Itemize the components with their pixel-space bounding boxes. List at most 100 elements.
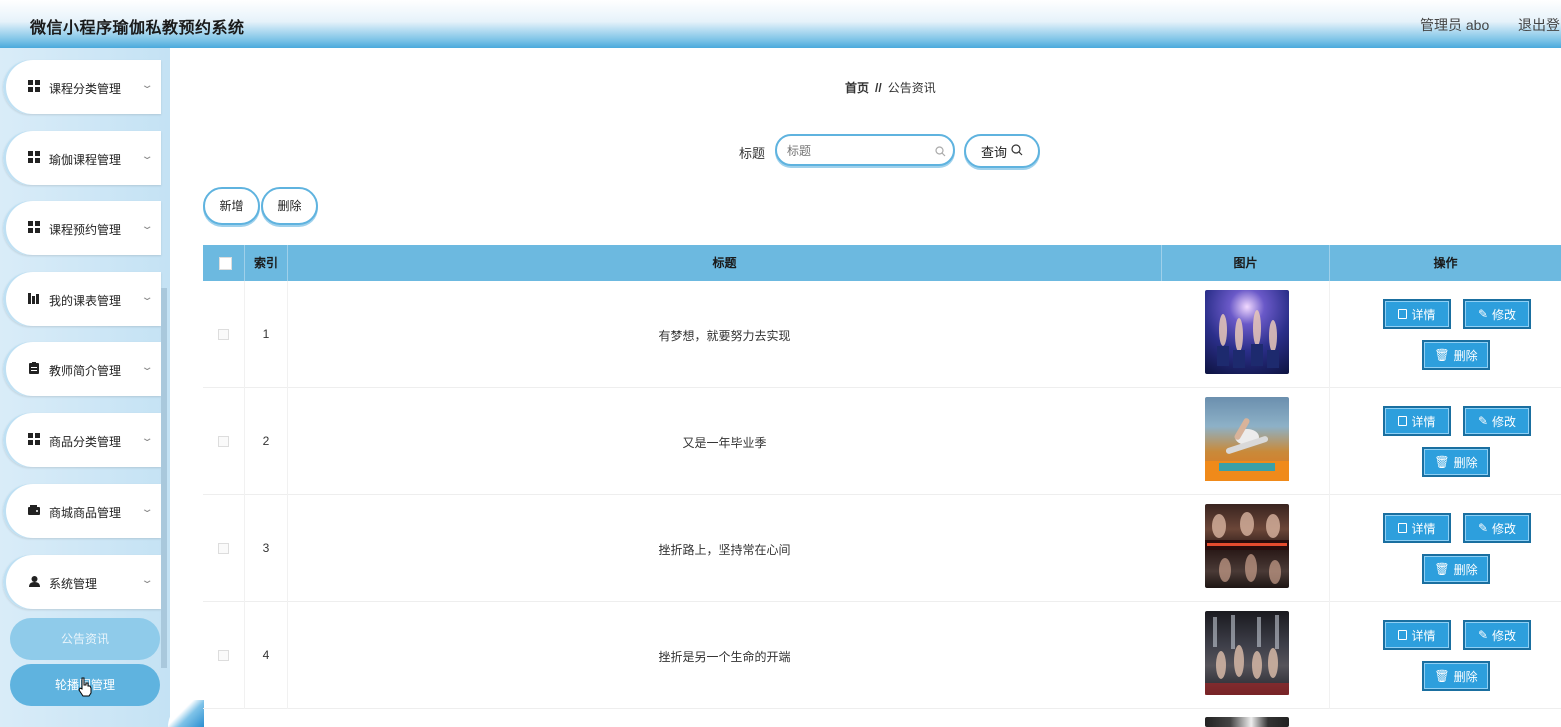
trash-icon: 🗑 <box>1434 455 1450 469</box>
delete-button-label: 删除 <box>1453 669 1478 684</box>
sidebar-item-course-category[interactable]: 课程分类管理 ⌄ <box>3 60 161 114</box>
row-checkbox[interactable] <box>218 650 229 661</box>
row-checkbox[interactable] <box>218 329 229 340</box>
delete-button[interactable]: 🗑 删除 <box>1422 447 1490 477</box>
admin-user-label: 管理员 abo <box>1420 17 1490 33</box>
add-button[interactable]: 新增 <box>203 187 260 225</box>
row-index: 3 <box>262 541 270 555</box>
search-label: 标题 <box>739 146 766 161</box>
document-icon <box>1398 416 1408 426</box>
row-title: 挫折路上，坚持常在心间 <box>658 543 791 557</box>
delete-button[interactable]: 🗑 删除 <box>1422 554 1490 584</box>
sidebar-item-my-schedule[interactable]: 我的课表管理 ⌄ <box>3 272 161 326</box>
pencil-icon: ✎ <box>1477 414 1489 428</box>
table-row <box>203 709 1561 727</box>
chevron-down-icon: ⌄ <box>140 575 154 586</box>
row-checkbox[interactable] <box>218 436 229 447</box>
query-button[interactable]: 查询 <box>964 134 1040 168</box>
table-header: 索引 标题 图片 操作 <box>203 245 1561 281</box>
breadcrumb-separator: // <box>875 81 882 95</box>
sidebar-item-label: 教师简介管理 <box>49 364 122 378</box>
select-all-checkbox[interactable] <box>219 257 232 270</box>
clipboard-icon <box>27 361 41 375</box>
edit-button-label: 修改 <box>1492 414 1517 429</box>
hand-cursor-icon <box>78 677 92 702</box>
detail-button[interactable]: 详情 <box>1383 620 1451 650</box>
row-image <box>1205 504 1289 588</box>
logout-link[interactable]: 退出登 <box>1518 15 1560 35</box>
edit-button[interactable]: ✎ 修改 <box>1463 406 1531 436</box>
sidebar-item-yoga-course[interactable]: 瑜伽课程管理 ⌄ <box>3 131 161 185</box>
pencil-icon: ✎ <box>1477 521 1489 535</box>
chevron-down-icon: ⌄ <box>140 221 154 232</box>
detail-button[interactable]: 详情 <box>1383 299 1451 329</box>
sidebar-scrollbar[interactable] <box>161 288 167 668</box>
edit-button[interactable]: ✎ 修改 <box>1463 620 1531 650</box>
breadcrumb-home[interactable]: 首页 <box>845 81 869 95</box>
user-icon <box>27 574 41 588</box>
row-image <box>1205 611 1289 695</box>
chevron-down-icon: ⌄ <box>140 80 154 91</box>
pencil-icon: ✎ <box>1477 307 1489 321</box>
table-row: 2 又是一年毕业季 详情 ✎ 修改 🗑 删除 <box>203 388 1561 495</box>
bulk-delete-button[interactable]: 删除 <box>261 187 318 225</box>
edit-button-label: 修改 <box>1492 307 1517 322</box>
grid-icon <box>27 220 41 234</box>
detail-button-label: 详情 <box>1411 307 1436 322</box>
delete-button[interactable]: 🗑 删除 <box>1422 661 1490 691</box>
top-bar: 微信小程序瑜伽私教预约系统 管理员 abo 退出登 <box>0 0 1561 48</box>
row-image <box>1205 397 1289 481</box>
sidebar-subitem-announcements[interactable]: 公告资讯 <box>10 618 160 660</box>
search-input[interactable] <box>787 142 927 160</box>
sidebar-item-product-category[interactable]: 商品分类管理 ⌄ <box>3 413 161 467</box>
column-header-image: 图片 <box>1162 245 1330 281</box>
chevron-down-icon: ⌄ <box>140 292 154 303</box>
detail-button-label: 详情 <box>1411 628 1436 643</box>
document-icon <box>1398 523 1408 533</box>
sidebar-item-label: 瑜伽课程管理 <box>49 153 122 167</box>
sidebar-item-shop-products[interactable]: 商城商品管理 ⌄ <box>3 484 161 538</box>
row-checkbox[interactable] <box>218 543 229 554</box>
sidebar-item-label: 课程分类管理 <box>49 82 122 96</box>
chevron-down-icon: ⌄ <box>140 504 154 515</box>
app-title: 微信小程序瑜伽私教预约系统 <box>30 20 245 37</box>
chevron-down-icon: ⌄ <box>140 151 154 162</box>
sidebar-item-label: 商城商品管理 <box>49 506 122 520</box>
row-index: 2 <box>262 434 270 448</box>
sidebar-item-label: 课程预约管理 <box>49 223 122 237</box>
wallet-icon <box>27 503 41 517</box>
chevron-down-icon: ⌄ <box>140 362 154 373</box>
row-index: 4 <box>262 648 270 662</box>
select-all-cell <box>203 245 245 281</box>
row-title: 有梦想，就要努力去实现 <box>658 329 791 343</box>
search-field[interactable] <box>775 134 955 166</box>
sidebar-item-course-booking[interactable]: 课程预约管理 ⌄ <box>3 201 161 255</box>
column-header-index: 索引 <box>245 245 288 281</box>
detail-button[interactable]: 详情 <box>1383 406 1451 436</box>
edit-button[interactable]: ✎ 修改 <box>1463 299 1531 329</box>
decorative-wave <box>168 700 204 727</box>
document-icon <box>1398 309 1408 319</box>
delete-button[interactable]: 🗑 删除 <box>1422 340 1490 370</box>
row-title: 挫折是另一个生命的开端 <box>658 650 791 664</box>
breadcrumb: 首页 // 公告资讯 <box>845 79 936 96</box>
column-header-title: 标题 <box>288 245 1162 281</box>
edit-button-label: 修改 <box>1492 521 1517 536</box>
document-icon <box>1398 630 1408 640</box>
sidebar-item-label: 我的课表管理 <box>49 294 122 308</box>
pencil-icon: ✎ <box>1477 628 1489 642</box>
detail-button-label: 详情 <box>1411 414 1436 429</box>
column-header-actions: 操作 <box>1433 256 1458 270</box>
sidebar-item-label: 系统管理 <box>49 577 98 591</box>
breadcrumb-current: 公告资讯 <box>887 81 936 95</box>
table-row: 3 挫折路上，坚持常在心间 详情 ✎ 修改 🗑 删除 <box>203 495 1561 602</box>
edit-button[interactable]: ✎ 修改 <box>1463 513 1531 543</box>
sidebar: 课程分类管理 ⌄ 瑜伽课程管理 ⌄ 课程预约管理 ⌄ 我的课表管理 ⌄ 教师简介… <box>0 48 170 727</box>
delete-button-label: 删除 <box>1453 348 1478 363</box>
detail-button[interactable]: 详情 <box>1383 513 1451 543</box>
sidebar-item-teacher-intro[interactable]: 教师简介管理 ⌄ <box>3 342 161 396</box>
trash-icon: 🗑 <box>1434 669 1450 683</box>
trash-icon: 🗑 <box>1434 348 1450 362</box>
sidebar-item-label: 商品分类管理 <box>49 435 122 449</box>
sidebar-item-system[interactable]: 系统管理 ⌄ <box>3 555 161 609</box>
